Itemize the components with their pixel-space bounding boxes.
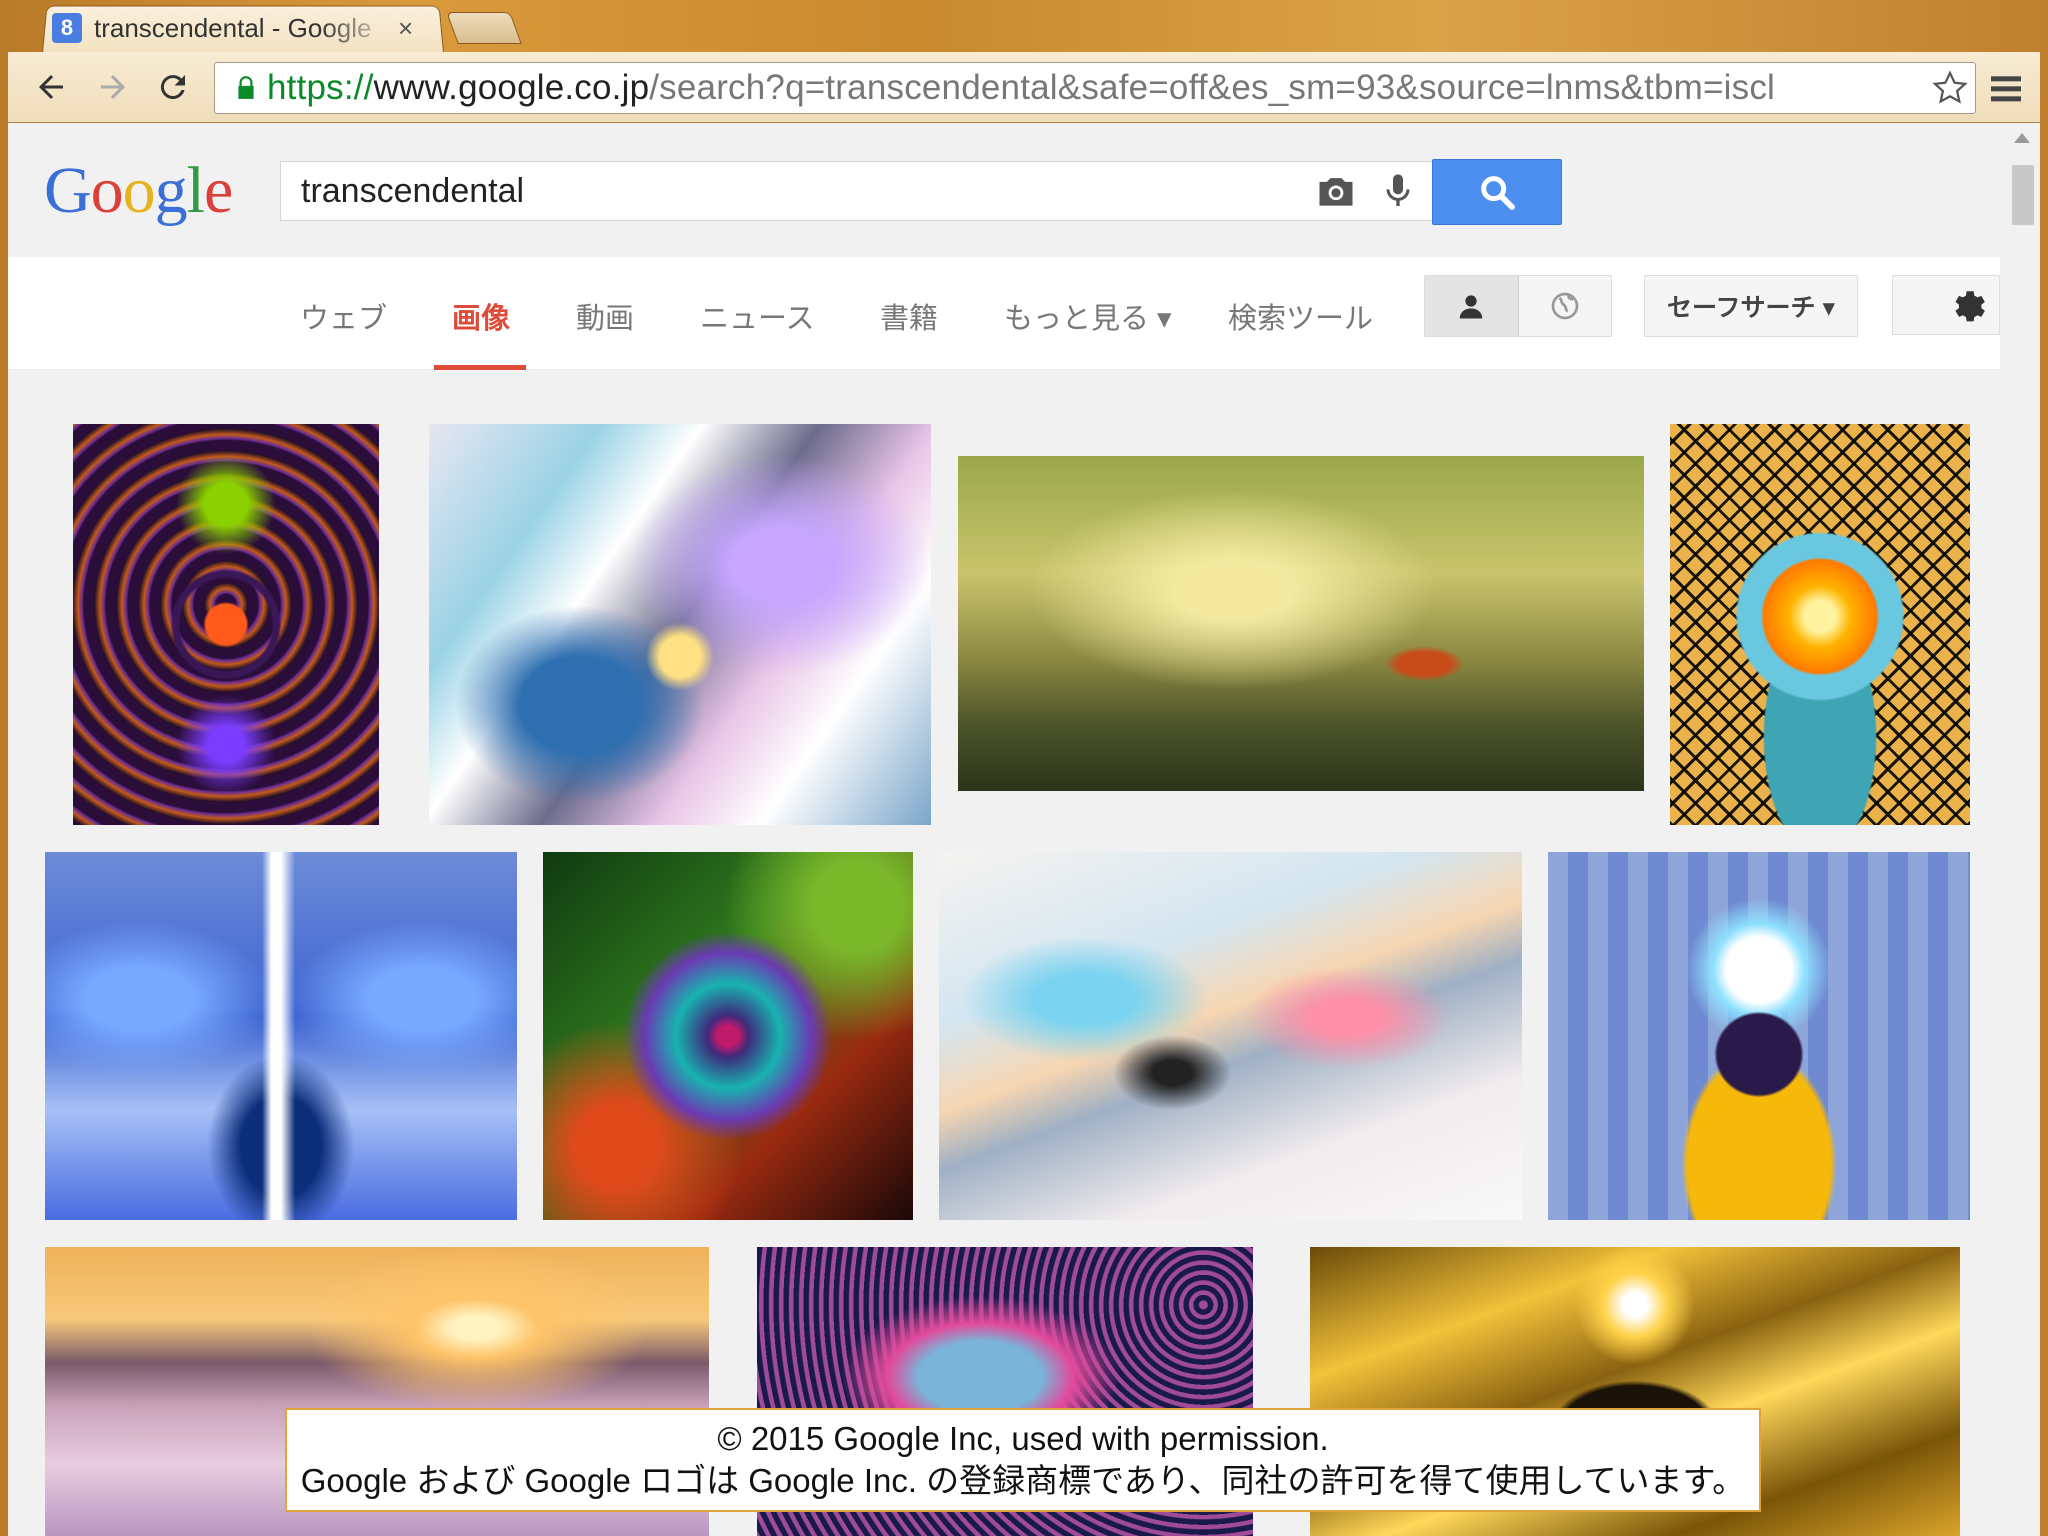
hide-personal-results-button[interactable] xyxy=(1519,276,1612,336)
microphone-icon[interactable] xyxy=(1374,167,1422,215)
logo-letter: o xyxy=(90,154,124,227)
close-tab-icon[interactable]: × xyxy=(398,13,413,44)
scroll-up-arrow[interactable] xyxy=(2014,133,2030,143)
star-icon[interactable] xyxy=(1931,69,1969,107)
url-scheme: https:// xyxy=(267,68,374,107)
tab-title: transcendental - Google xyxy=(94,12,372,43)
gear-icon xyxy=(1955,291,1985,322)
copyright-line-1: © 2015 Google Inc, used with permission. xyxy=(717,1420,1329,1457)
url-path: /search?q=transcendental&safe=off&es_sm=… xyxy=(649,68,1776,107)
google-logo[interactable]: Google xyxy=(44,153,233,229)
personal-results-button[interactable] xyxy=(1425,276,1519,336)
tab-news[interactable]: ニュース xyxy=(700,295,815,337)
image-result-2[interactable] xyxy=(429,424,931,825)
browser-window: 8 transcendental - Google × https://www.… xyxy=(0,0,2048,1536)
image-result-5[interactable] xyxy=(45,852,517,1220)
reload-button[interactable] xyxy=(150,64,196,110)
back-icon xyxy=(39,75,63,99)
tab-strip: 8 transcendental - Google × xyxy=(0,0,2048,54)
copyright-line-2: Google および Google ロゴは Google Inc. の登録商標で… xyxy=(300,1462,1746,1499)
forward-icon xyxy=(101,75,125,99)
copyright-notice: © 2015 Google Inc, used with permission.… xyxy=(285,1408,1761,1512)
logo-letter: G xyxy=(44,154,92,227)
tab-images[interactable]: 画像 xyxy=(452,295,510,337)
search-icon xyxy=(1481,176,1515,210)
settings-button[interactable] xyxy=(1892,275,2000,335)
logo-letter: l xyxy=(186,154,205,227)
logo-letter: o xyxy=(122,154,156,227)
logo-letter: e xyxy=(204,154,233,227)
browser-tab-content[interactable]: 8 transcendental - Google × xyxy=(52,6,432,50)
tab-web[interactable]: ウェブ xyxy=(300,295,387,337)
url-text[interactable]: https://www.google.co.jp/search?q=transc… xyxy=(267,68,1775,108)
browser-toolbar: https://www.google.co.jp/search?q=transc… xyxy=(8,52,2040,123)
personal-results-toggle xyxy=(1424,275,1612,337)
reload-icon xyxy=(160,75,185,100)
google-favicon-icon: 8 xyxy=(52,13,82,43)
image-result-4[interactable] xyxy=(1670,424,1970,825)
tab-videos[interactable]: 動画 xyxy=(576,295,634,337)
url-host: www.google.co.jp xyxy=(373,68,650,107)
address-bar[interactable]: https://www.google.co.jp/search?q=transc… xyxy=(214,62,1976,114)
image-result-8[interactable] xyxy=(1548,852,1970,1220)
lock-icon xyxy=(238,76,254,99)
image-result-3[interactable] xyxy=(958,456,1644,791)
search-input[interactable]: transcendental xyxy=(281,172,1312,211)
google-header: Google transcendental xyxy=(8,123,2000,257)
search-button[interactable] xyxy=(1432,159,1562,225)
active-tab-underline xyxy=(434,365,526,370)
image-result-7[interactable] xyxy=(939,852,1522,1220)
scrollbar-thumb[interactable] xyxy=(2012,165,2034,225)
globe-icon xyxy=(1551,292,1579,320)
image-result-1[interactable] xyxy=(73,424,379,825)
forward-button[interactable] xyxy=(90,64,136,110)
camera-icon[interactable] xyxy=(1312,167,1360,215)
person-icon xyxy=(1460,295,1483,319)
tab-books[interactable]: 書籍 xyxy=(880,295,938,337)
vertical-scrollbar[interactable] xyxy=(2004,123,2040,1536)
new-tab-button[interactable] xyxy=(446,12,522,44)
safe-search-dropdown[interactable]: セーフサーチ ▾ xyxy=(1644,275,1858,337)
back-button[interactable] xyxy=(28,64,74,110)
menu-icon[interactable] xyxy=(1986,68,2026,108)
tab-search-tools[interactable]: 検索ツール xyxy=(1228,295,1373,337)
tab-more[interactable]: もっと見る ▾ xyxy=(1004,295,1172,337)
search-box[interactable]: transcendental xyxy=(280,161,1436,221)
image-result-6[interactable] xyxy=(543,852,913,1220)
page-viewport: Google transcendental ウェブ 画像 動画 ニュース 書籍 … xyxy=(8,123,2040,1536)
logo-letter: g xyxy=(154,154,188,227)
